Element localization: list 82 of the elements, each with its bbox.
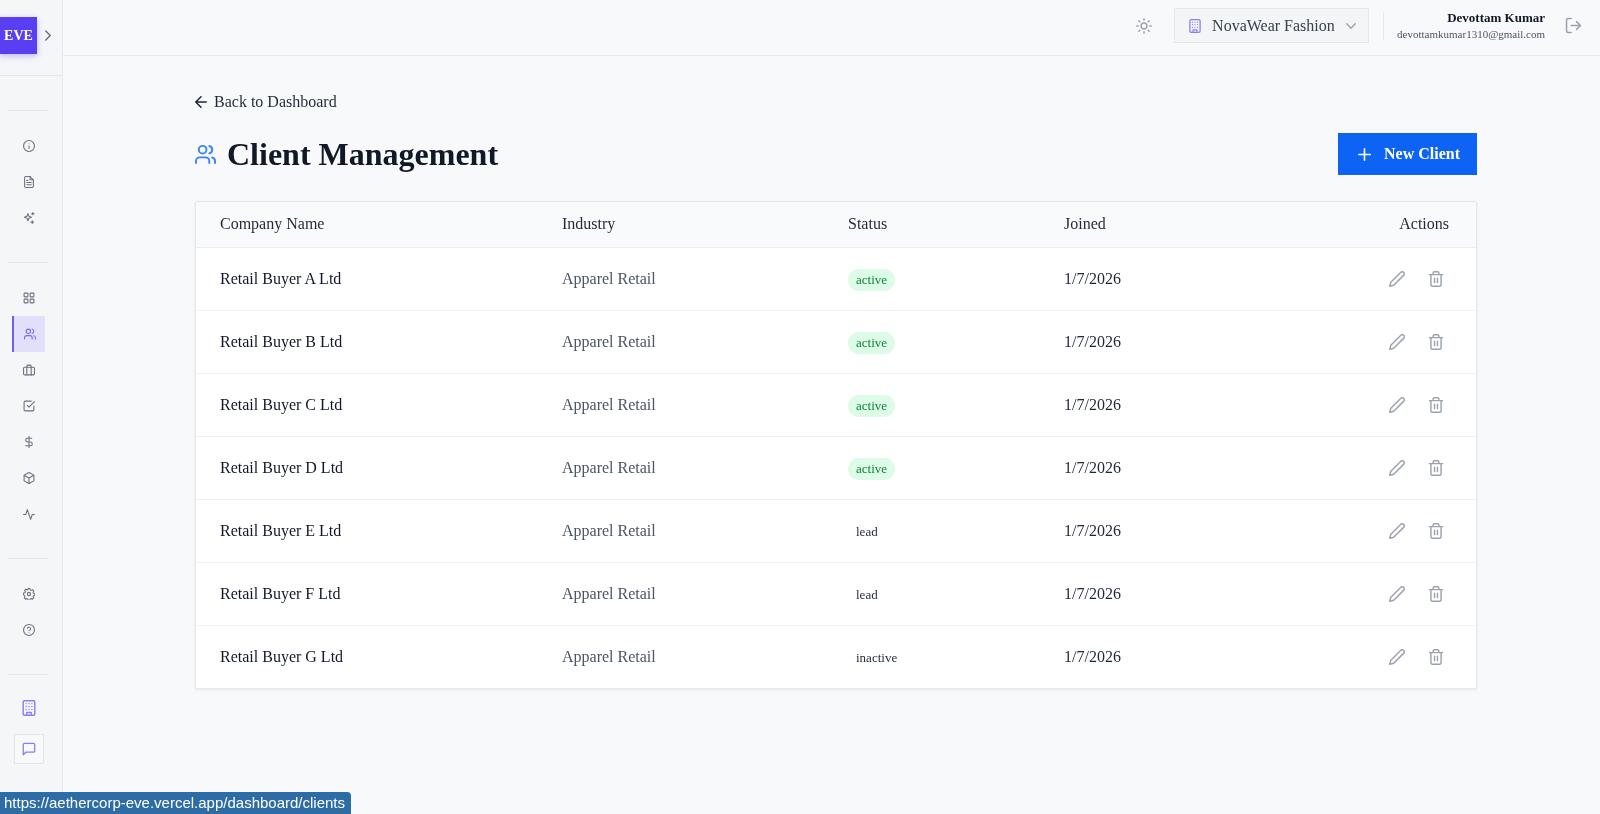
chat-button[interactable] — [13, 734, 44, 764]
trash-icon — [1428, 270, 1444, 287]
arrow-left-icon — [195, 96, 207, 108]
table-cell: Apparel Retail — [538, 373, 824, 436]
pencil-icon — [1389, 396, 1405, 413]
trash-icon — [1428, 585, 1444, 602]
trash-icon — [1428, 396, 1444, 413]
status-badge: active — [848, 457, 896, 480]
status-badge: active — [848, 268, 896, 291]
status-text: lead — [855, 522, 879, 541]
trash-icon — [1428, 522, 1444, 539]
check-square-icon — [22, 400, 35, 412]
organization-dropdown[interactable]: NovaWear Fashion — [1174, 8, 1370, 43]
chevron-right-icon — [45, 30, 51, 41]
trash-icon — [1428, 648, 1444, 665]
sidebar-toggle[interactable] — [45, 30, 51, 41]
trash-icon — [1428, 333, 1444, 350]
users-icon — [23, 328, 36, 340]
table-cell: Retail Buyer G Ltd — [196, 625, 538, 688]
pencil-icon — [1389, 648, 1405, 665]
dollar-icon — [24, 436, 33, 448]
table-cell: 1/7/2026 — [1040, 310, 1251, 373]
pencil-icon — [1389, 459, 1405, 476]
building-icon[interactable] — [20, 700, 37, 716]
logout-icon — [1565, 17, 1582, 34]
pencil-icon — [1389, 270, 1405, 287]
table-cell: Apparel Retail — [538, 499, 824, 562]
users-icon — [195, 143, 216, 165]
status-url: https://aethercorp-eve.vercel.app/dashboard/clients — [0, 792, 352, 814]
table-cell: Apparel Retail — [538, 436, 824, 499]
table-cell: 1/7/2026 — [1040, 436, 1251, 499]
table-cell: Retail Buyer A Ltd — [196, 247, 538, 310]
table-cell: 1/7/2026 — [1040, 625, 1251, 688]
pencil-icon — [1389, 333, 1405, 350]
trash-icon — [1428, 459, 1444, 476]
status-text: inactive — [855, 648, 899, 667]
table-cell: Apparel Retail — [538, 247, 824, 310]
app-logo: EVE — [0, 17, 37, 54]
help-icon — [22, 624, 35, 636]
table-cell: 1/7/2026 — [1040, 373, 1251, 436]
user-email: devottamkumar1310@gmail.com — [1397, 26, 1545, 42]
briefcase-icon — [22, 364, 35, 376]
back-link[interactable]: Back to Dashboard — [195, 90, 337, 114]
table-cell: Apparel Retail — [538, 625, 824, 688]
sun-icon — [1136, 17, 1153, 34]
column-header: Joined — [1040, 202, 1251, 247]
table-cell: Retail Buyer C Ltd — [196, 373, 538, 436]
column-header: Industry — [538, 202, 824, 247]
sidebar-item[interactable] — [12, 316, 45, 352]
theme-toggle[interactable] — [1136, 17, 1153, 34]
plus-icon — [1358, 147, 1371, 161]
chat-icon — [21, 742, 36, 756]
status-badge: active — [848, 331, 896, 354]
sparkles-icon — [22, 212, 35, 224]
table-cell: Retail Buyer D Ltd — [196, 436, 538, 499]
page-title: Client Management — [227, 135, 499, 174]
chevron-down-icon — [1345, 22, 1356, 29]
column-header: Status — [824, 202, 1040, 247]
pulse-icon — [22, 508, 35, 520]
table-cell: Apparel Retail — [538, 562, 824, 625]
user-name: Devottam Kumar — [1446, 9, 1545, 26]
info-icon — [22, 140, 35, 152]
settings-icon — [22, 588, 35, 600]
grid-icon — [22, 292, 35, 304]
building-icon — [1188, 18, 1203, 33]
status-badge: active — [848, 394, 896, 417]
document-icon — [22, 176, 35, 188]
table-cell: Retail Buyer B Ltd — [196, 310, 538, 373]
table-cell: 1/7/2026 — [1040, 247, 1251, 310]
table-cell: Apparel Retail — [538, 310, 824, 373]
table-cell: Retail Buyer E Ltd — [196, 499, 538, 562]
status-text: lead — [855, 585, 879, 604]
new-client-button[interactable]: New Client — [1338, 133, 1477, 175]
pencil-icon — [1389, 585, 1405, 602]
cube-icon — [22, 472, 35, 484]
table-cell: Retail Buyer F Ltd — [196, 562, 538, 625]
column-header: Company Name — [196, 202, 538, 247]
logout-button[interactable] — [1565, 17, 1582, 34]
column-header: Actions — [1251, 202, 1476, 247]
table-cell: 1/7/2026 — [1040, 562, 1251, 625]
pencil-icon — [1389, 522, 1405, 539]
table-cell: 1/7/2026 — [1040, 499, 1251, 562]
